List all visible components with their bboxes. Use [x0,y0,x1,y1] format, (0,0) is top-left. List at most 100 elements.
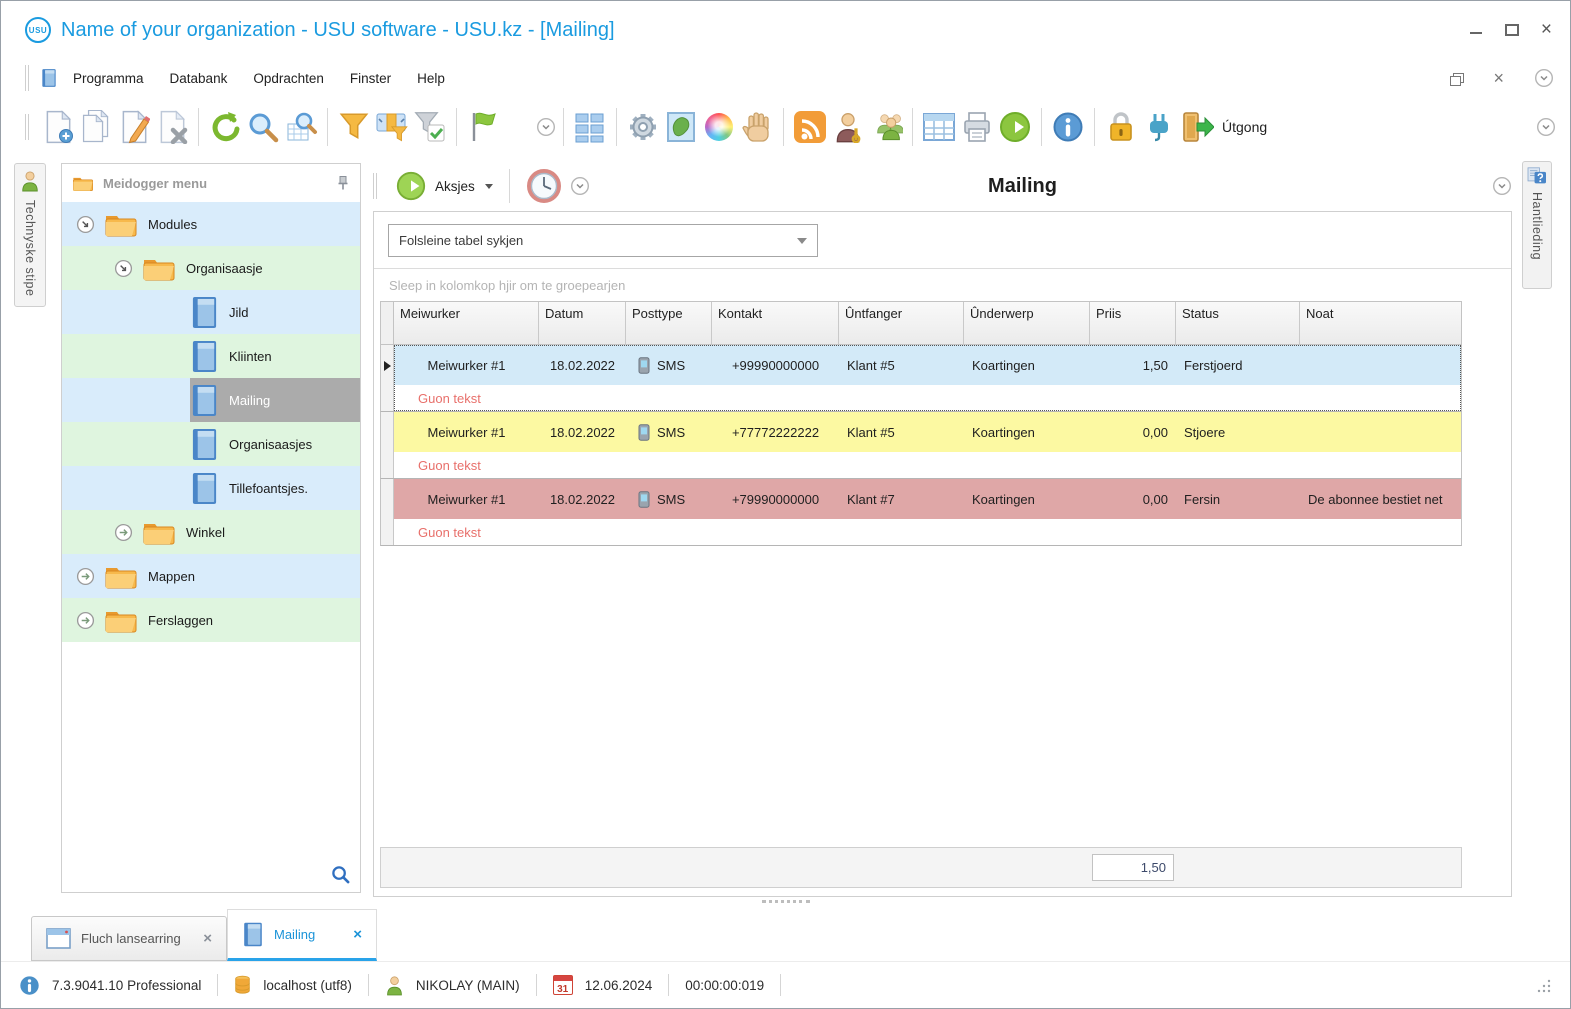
tree-item-organisaasjes[interactable]: Organisaasjes [62,422,360,466]
column-header-priis[interactable]: Priis [1090,302,1176,344]
maximize-button[interactable] [1505,24,1519,36]
edit-record-icon[interactable] [115,107,153,147]
tree-item-organisaasje[interactable]: Organisaasje [62,246,360,290]
filter-apply-icon[interactable] [411,107,449,147]
row-indicator [381,412,394,478]
scheduler-clock-icon[interactable] [526,168,562,204]
database-icon [234,975,251,996]
info-icon[interactable] [1049,107,1087,147]
pin-icon[interactable] [336,175,350,191]
table-row[interactable]: Meiwurker #1 18.02.2022 SMS +79990000000… [380,479,1462,546]
menubar-grip[interactable] [25,65,29,91]
tab-close-icon[interactable]: × [203,930,212,947]
tree-item-mappen[interactable]: Mappen [62,554,360,598]
go-arrow-icon[interactable] [996,107,1034,147]
current-user-icon [385,975,404,996]
refresh-icon[interactable] [206,107,244,147]
search-table-icon[interactable] [282,107,320,147]
row-indicator [381,479,394,545]
window-menu-icon[interactable] [39,68,59,88]
header-overflow-icon[interactable] [570,176,590,196]
column-header-untfanger[interactable]: Ûntfanger [839,302,964,344]
exit-button[interactable]: Útgong [1178,110,1267,144]
exit-door-icon [1178,110,1214,144]
tree-item-modules[interactable]: Modules [62,202,360,246]
quick-launch-window-icon [46,928,71,949]
menu-programma[interactable]: Programma [73,71,144,86]
rss-feed-icon[interactable] [791,107,829,147]
tree-item-kliinten[interactable]: Kliinten [62,334,360,378]
resize-grip-icon[interactable] [1537,978,1552,993]
toolbar-overflow-icon[interactable] [536,117,556,137]
column-header-posttype[interactable]: Posttype [626,302,712,344]
layout-tiles-icon[interactable] [571,107,609,147]
manual-tab[interactable]: Hantlieding [1522,161,1552,289]
column-header-status[interactable]: Status [1176,302,1300,344]
tree-item-tillefoantsjes[interactable]: Tillefoantsjes. [62,466,360,510]
tree-item-ferslaggen[interactable]: Ferslaggen [62,598,360,642]
table-row[interactable]: Meiwurker #1 18.02.2022 SMS +77772222222… [380,412,1462,479]
table-view-icon[interactable] [920,107,958,147]
mdi-close-button[interactable]: × [1493,73,1504,84]
pan-hand-icon[interactable] [738,107,776,147]
column-header-meiwurker[interactable]: Meiwurker [394,302,539,344]
search-icon[interactable] [244,107,282,147]
column-header-noat[interactable]: Noat [1300,302,1463,344]
user-permissions-icon[interactable] [829,107,867,147]
tree-item-jild[interactable]: Jild [62,290,360,334]
minimize-button[interactable] [1469,24,1483,36]
mailing-table: Meiwurker Datum Posttype Kontakt Ûntfang… [380,301,1462,546]
tree-panel-header: Meidogger menu [62,164,360,202]
splitter-handle-icon [762,900,810,903]
header-options-icon[interactable] [1492,176,1512,196]
map-icon[interactable] [662,107,700,147]
users-group-icon[interactable] [867,107,905,147]
plugins-icon[interactable] [1140,107,1178,147]
flag-icon[interactable] [464,107,502,147]
lock-icon[interactable] [1102,107,1140,147]
mdi-restore-button[interactable] [1450,73,1463,84]
toolbar-grip[interactable] [25,114,29,140]
full-table-search-combo[interactable]: Folsleine tabel sykjen [388,224,818,257]
actions-button[interactable]: Aksjes [395,170,493,202]
column-header-kontakt[interactable]: Kontakt [712,302,839,344]
tree-search-icon[interactable] [331,865,350,884]
filter-columns-icon[interactable] [373,107,411,147]
horizontal-splitter[interactable] [1,897,1570,906]
print-icon[interactable] [958,107,996,147]
add-record-icon[interactable] [39,107,77,147]
menu-databank[interactable]: Databank [170,71,228,86]
collapse-icon[interactable] [76,215,95,234]
group-by-panel[interactable]: Sleep in kolomkop hjir om te groepearjen [374,269,1511,301]
tab-mailing[interactable]: Mailing × [227,909,377,961]
column-header-datum[interactable]: Datum [539,302,626,344]
table-row[interactable]: Meiwurker #1 18.02.2022 SMS +99990000000… [380,345,1462,412]
expand-icon[interactable] [76,611,95,630]
expand-icon[interactable] [114,523,133,542]
technical-support-tab[interactable]: Technyske stipe [14,163,46,307]
tab-close-icon[interactable]: × [353,926,362,943]
view-toolbar-grip[interactable] [373,173,377,199]
expand-icon[interactable] [76,567,95,586]
elapsed-time: 00:00:00:019 [685,978,764,993]
column-header-underwerp[interactable]: Ûnderwerp [964,302,1090,344]
combo-dropdown-icon[interactable] [797,238,807,244]
copy-record-icon[interactable] [77,107,115,147]
colors-icon[interactable] [700,107,738,147]
current-user: NIKOLAY (MAIN) [416,978,520,993]
menu-help[interactable]: Help [417,71,445,86]
menu-finster[interactable]: Finster [350,71,391,86]
filter-icon[interactable] [335,107,373,147]
delete-record-icon[interactable] [153,107,191,147]
collapse-icon[interactable] [114,259,133,278]
toolbar-options-icon[interactable] [1536,117,1556,137]
mdi-menu-dropdown-icon[interactable] [1534,68,1554,88]
tab-fluch-lansearring[interactable]: Fluch lansearring × [31,916,227,961]
close-button[interactable]: × [1541,24,1552,36]
tree-item-winkel[interactable]: Winkel [62,510,360,554]
tree-item-mailing[interactable]: Mailing [62,378,360,422]
phone-icon [638,357,650,374]
menu-opdrachten[interactable]: Opdrachten [253,71,324,86]
settings-gear-icon[interactable] [624,107,662,147]
content-area: Technyske stipe Meidogger menu Modules O… [1,157,1570,897]
